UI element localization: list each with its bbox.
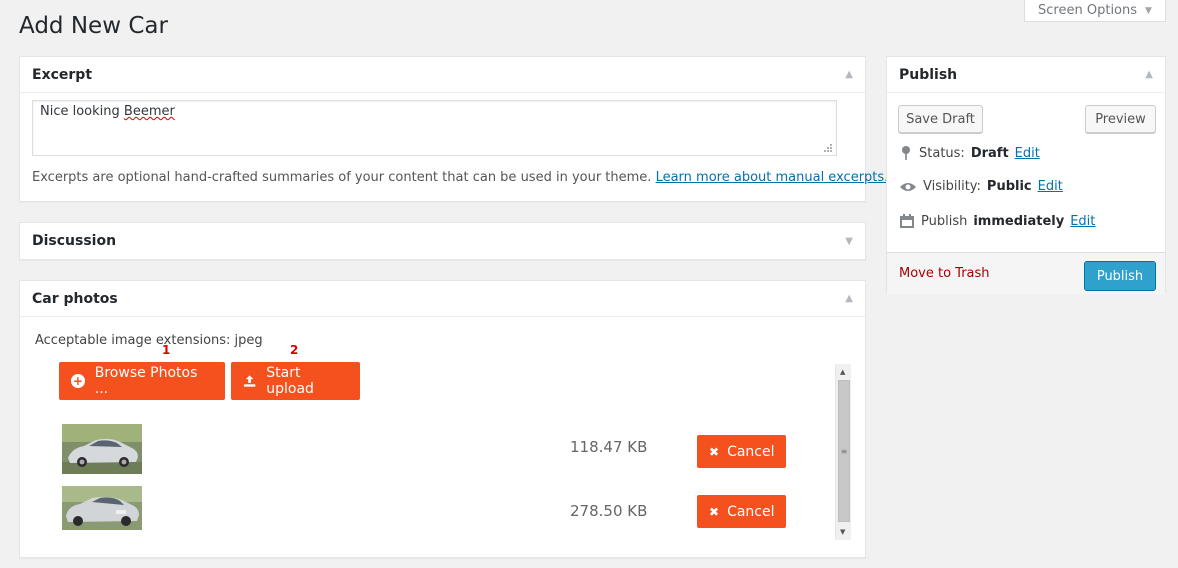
browse-photos-button[interactable]: + Browse Photos ... — [59, 362, 225, 400]
status-label: Status: — [919, 145, 965, 161]
discussion-title: Discussion — [32, 233, 117, 249]
car-photos-header[interactable]: Car photos ▲ — [20, 281, 865, 317]
edit-status-link[interactable]: Edit — [1015, 146, 1040, 161]
step-marker-2: 2 — [290, 343, 299, 357]
cancel-label: Cancel — [727, 503, 775, 520]
upload-file-row: 118.47 KB — [62, 424, 802, 474]
excerpt-value-text: Nice looking — [40, 104, 124, 119]
cancel-label: Cancel — [727, 443, 775, 460]
discussion-header[interactable]: Discussion ▼ — [20, 223, 865, 259]
collapse-arrow-icon[interactable]: ▲ — [845, 69, 853, 80]
close-icon: ✖ — [709, 444, 720, 459]
file-size: 278.50 KB — [570, 502, 648, 520]
misspelled-word: Beemer — [123, 104, 175, 119]
upload-file-row: 278.50 KB — [62, 486, 802, 536]
excerpt-help-text: Excerpts are optional hand-crafted summa… — [32, 170, 652, 185]
discussion-box: Discussion ▼ — [19, 222, 866, 260]
caret-down-icon: ▼ — [1145, 5, 1152, 16]
upload-icon — [243, 375, 256, 387]
cancel-button[interactable]: ✖ Cancel — [697, 435, 786, 468]
collapse-arrow-icon[interactable]: ▲ — [845, 293, 853, 304]
status-row: Status: Draft Edit — [899, 145, 1040, 161]
resize-handle-icon[interactable] — [823, 143, 833, 153]
excerpt-title: Excerpt — [32, 66, 93, 83]
car-photos-title: Car photos — [32, 290, 118, 307]
excerpt-header[interactable]: Excerpt ▲ — [20, 57, 865, 93]
calendar-icon — [900, 214, 914, 228]
publish-time-row: Publish immediately Edit — [899, 213, 1095, 229]
excerpt-value: Nice looking Beemer — [40, 104, 175, 119]
file-size: 118.47 KB — [570, 438, 648, 456]
start-upload-label: Start upload — [266, 365, 314, 397]
scroll-down-icon[interactable]: ▼ — [840, 528, 845, 536]
start-upload-button[interactable]: Start upload — [231, 362, 360, 400]
excerpt-help: Excerpts are optional hand-crafted summa… — [32, 170, 888, 185]
excerpt-box: Excerpt ▲ Nice looking Beemer Excerpts a… — [19, 56, 888, 202]
expand-arrow-icon[interactable]: ▼ — [845, 236, 853, 247]
plus-circle-icon: + — [71, 374, 85, 388]
preview-button[interactable]: Preview — [1085, 105, 1156, 133]
visibility-label: Visibility: — [923, 179, 981, 194]
screen-options-button[interactable]: Screen Options ▼ — [1024, 0, 1166, 22]
car-thumbnail-image — [62, 424, 142, 474]
extensions-text: Acceptable image extensions: jpeg — [35, 333, 263, 348]
publish-button[interactable]: Publish — [1084, 261, 1156, 291]
step-marker-1: 1 — [162, 343, 171, 357]
move-to-trash-link[interactable]: Move to Trash — [899, 266, 990, 281]
publish-header[interactable]: Publish ▲ — [887, 57, 1165, 93]
publish-label: Publish — [921, 213, 968, 229]
visibility-value: Public — [986, 179, 1032, 194]
file-list-scrollbar[interactable]: ▲ ≡ ▼ — [835, 364, 851, 540]
major-publishing-actions: Move to Trash Publish — [887, 252, 1165, 294]
close-icon: ✖ — [709, 504, 720, 519]
scroll-up-icon[interactable]: ▲ — [840, 368, 845, 376]
edit-visibility-link[interactable]: Edit — [1038, 179, 1063, 194]
visibility-row: Visibility: Public Edit — [899, 179, 1063, 194]
scrollbar-thumb[interactable]: ≡ — [838, 380, 850, 522]
publish-box: Publish ▲ Save Draft Preview Status: Dra… — [886, 56, 1166, 294]
pin-icon — [902, 146, 910, 160]
learn-more-link[interactable]: Learn more about manual excerpts. — [656, 170, 889, 185]
publish-title: Publish — [899, 66, 958, 83]
screen-options-label: Screen Options — [1038, 3, 1138, 18]
car-thumbnail-image — [62, 486, 142, 530]
edit-publish-time-link[interactable]: Edit — [1070, 214, 1095, 229]
cancel-button[interactable]: ✖ Cancel — [697, 495, 786, 528]
publish-value: immediately — [973, 213, 1065, 229]
save-draft-button[interactable]: Save Draft — [898, 105, 983, 133]
eye-icon — [900, 182, 916, 191]
status-value: Draft — [970, 145, 1009, 161]
page-title: Add New Car — [19, 13, 168, 39]
browse-photos-label: Browse Photos ... — [94, 365, 198, 397]
collapse-arrow-icon[interactable]: ▲ — [1145, 69, 1153, 80]
